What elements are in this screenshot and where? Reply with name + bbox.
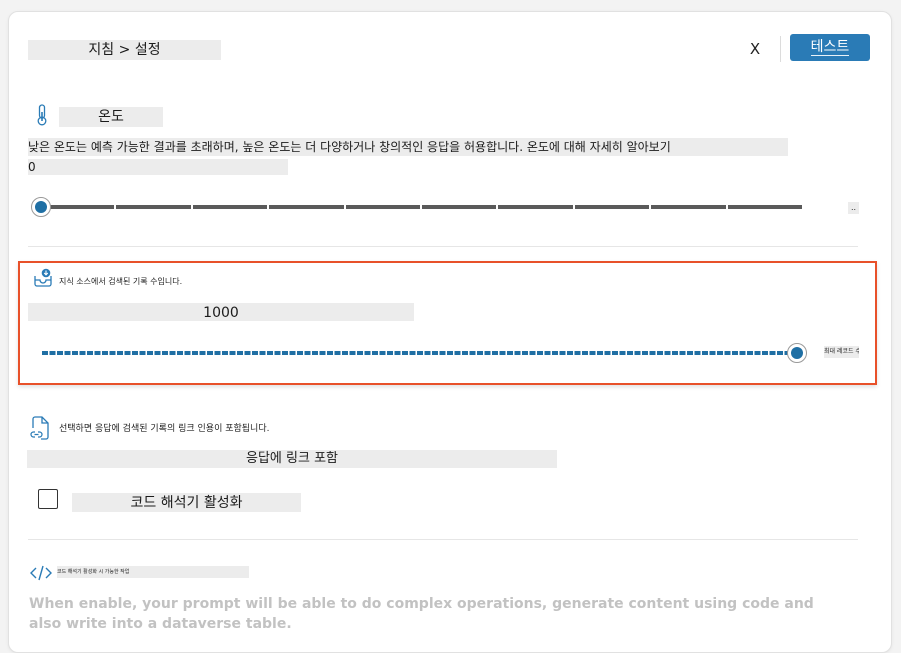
test-button[interactable]: 테스트 [790,34,870,61]
temperature-slider-max-label: .. [848,202,859,214]
citations-description: 선택하면 응답에 검색된 기록의 링크 인용이 포함됩니다. [59,424,270,434]
code-interpreter-heading: 코드 해석기 활성화 시 가능한 작업 [57,566,249,578]
header-divider [780,36,781,62]
records-slider-thumb[interactable] [787,343,807,363]
section-divider [28,539,858,540]
section-divider [28,246,858,247]
code-interpreter-description: When enable, your prompt will be able to… [29,596,814,632]
close-button[interactable]: X [744,38,766,60]
records-value: 1000 [28,303,414,321]
temperature-slider-track[interactable] [40,205,803,209]
temperature-slider-thumb[interactable] [31,197,51,217]
records-description: 지식 소스에서 검색된 기록 수입니다. [59,277,183,286]
code-interpreter-checkbox[interactable] [38,489,58,509]
records-slider-max-label: 최대 레코드 수 [824,346,859,358]
temperature-title: 온도 [59,107,163,127]
temperature-value: 0 [28,159,288,175]
include-links-toggle-label[interactable]: 응답에 링크 포함 [27,450,557,468]
temperature-description: 낮은 온도는 예측 가능한 결과를 초래하며, 높은 온도는 더 다양하거나 창… [28,138,788,156]
test-button-label: 테스트 [810,39,850,56]
download-tray-icon [33,268,53,288]
link-document-icon [30,416,50,440]
code-interpreter-label[interactable]: 코드 해석기 활성화 [72,493,301,512]
thermometer-icon [36,104,48,126]
code-icon [30,565,52,581]
breadcrumb[interactable]: 지침 > 설정 [28,40,221,60]
records-slider-track[interactable] [42,351,792,355]
